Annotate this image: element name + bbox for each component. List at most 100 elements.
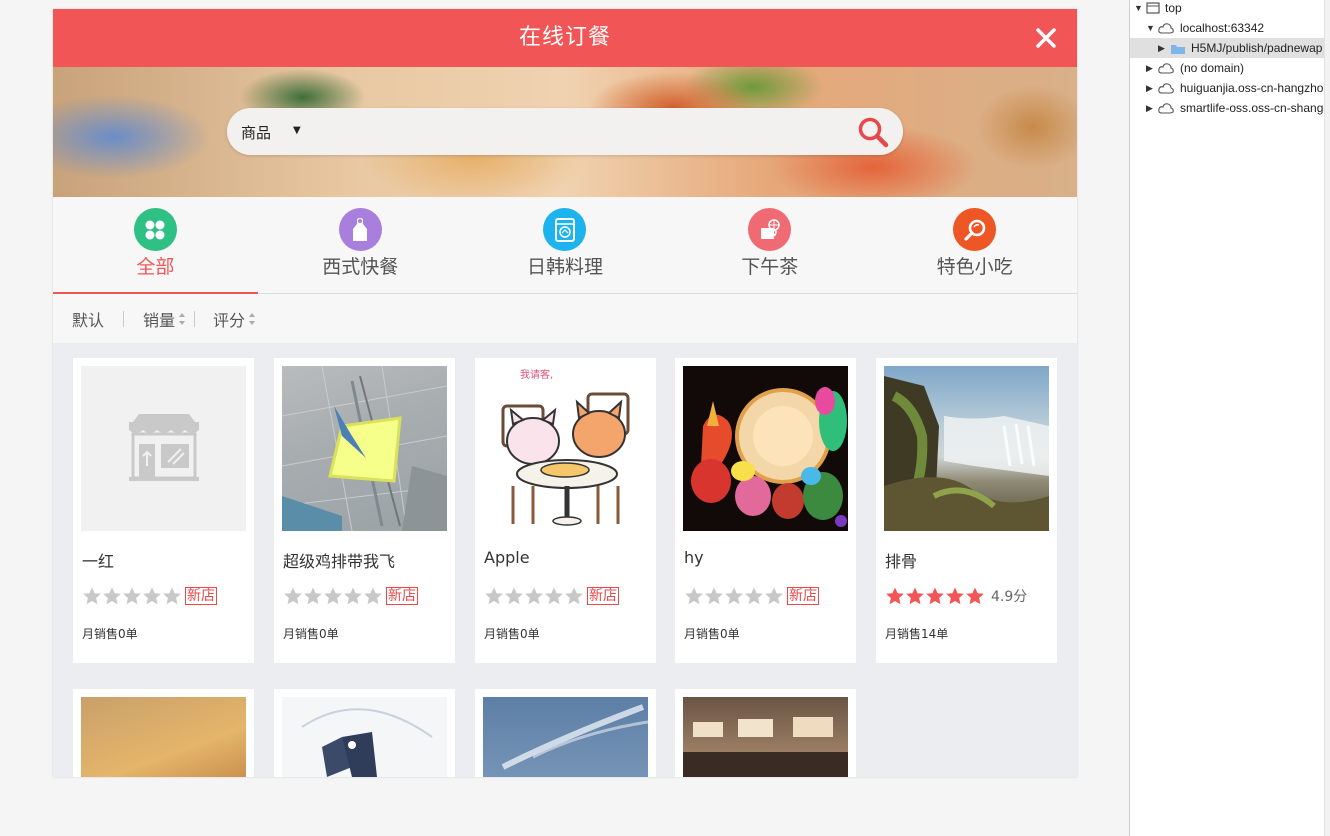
- shop-card[interactable]: hy 新店 月销售0单: [675, 358, 856, 663]
- star-icon: [525, 587, 543, 605]
- sort-bar: 默认 销量 评分: [53, 294, 1077, 343]
- star-icon: [485, 587, 503, 605]
- shop-image-ceiling: [282, 366, 447, 531]
- star-icon: [163, 587, 181, 605]
- store-icon: [129, 414, 199, 481]
- chef-apron-icon: [338, 208, 382, 251]
- cloud-icon: [1158, 63, 1174, 74]
- star-icon: [765, 587, 783, 605]
- sort-rating-button[interactable]: 评分: [213, 307, 256, 331]
- washer-icon: [543, 208, 587, 251]
- monthly-sales: 月销售0单: [684, 627, 740, 641]
- star-icon: [284, 587, 302, 605]
- tree-item-label: top: [1165, 1, 1182, 15]
- expand-right-icon[interactable]: ▶: [1158, 38, 1170, 58]
- tree-item-label: (no domain): [1180, 61, 1245, 75]
- new-shop-badge: 新店: [386, 587, 418, 605]
- tab-specialty-snacks[interactable]: 特色小吃: [872, 197, 1077, 293]
- devtools-frame-tree: ▼ top ▼ localhost:63342 ▶ H5MJ/publish/p…: [1129, 0, 1330, 836]
- window-icon: [1146, 2, 1160, 14]
- app-window: 在线订餐 商品 ▼ 全部 西式快餐 日韩料理 下午茶 特色小吃 默认 销量 评分…: [53, 9, 1077, 777]
- star-icon: [123, 587, 141, 605]
- star-icon: [725, 587, 743, 605]
- star-icon: [304, 587, 322, 605]
- monthly-sales: 月销售0单: [283, 627, 339, 641]
- star-icon: [966, 587, 984, 605]
- tree-item-label: localhost:63342: [1180, 21, 1265, 35]
- new-shop-badge: 新店: [185, 587, 217, 605]
- tree-item-label: H5MJ/publish/padnewap: [1191, 41, 1323, 55]
- tree-item-no-domain[interactable]: ▶ (no domain): [1146, 58, 1244, 78]
- tree-item-huiguanjia[interactable]: ▶ huiguanjia.oss-cn-hangzhou: [1146, 78, 1330, 98]
- cloud-icon: [1158, 23, 1174, 34]
- shop-card[interactable]: [274, 689, 455, 777]
- tree-item-top[interactable]: ▼ top: [1134, 0, 1182, 18]
- tab-western-fastfood[interactable]: 西式快餐: [258, 197, 463, 293]
- search-icon[interactable]: [857, 116, 891, 148]
- page-title: 在线订餐: [518, 25, 611, 50]
- shop-placeholder-image: [81, 366, 246, 531]
- star-icon: [324, 587, 342, 605]
- search-bar: 商品 ▼: [227, 108, 903, 155]
- star-icon: [906, 587, 924, 605]
- shop-card[interactable]: [73, 689, 254, 777]
- sort-sales-button[interactable]: 销量: [143, 307, 186, 331]
- tab-label: 全部: [136, 256, 175, 278]
- shop-card[interactable]: 一红 新店 月销售0单: [73, 358, 254, 663]
- close-icon[interactable]: [1031, 23, 1061, 53]
- expand-right-icon[interactable]: ▶: [1146, 98, 1158, 118]
- shop-image-bakery: [683, 697, 848, 777]
- shop-image-waterfall: [884, 366, 1049, 531]
- category-tabs: 全部 西式快餐 日韩料理 下午茶 特色小吃: [53, 197, 1077, 294]
- sort-default-button[interactable]: 默认: [72, 307, 104, 331]
- star-icon: [143, 587, 161, 605]
- monthly-sales: 月销售0单: [82, 627, 138, 641]
- tab-afternoon-tea[interactable]: 下午茶: [667, 197, 872, 293]
- shop-card[interactable]: 超级鸡排带我飞 新店 月销售0单: [274, 358, 455, 663]
- tree-item-smartlife[interactable]: ▶ smartlife-oss.oss-cn-shangh: [1146, 98, 1330, 118]
- chevron-down-icon[interactable]: ▼: [293, 125, 301, 136]
- shop-card[interactable]: [475, 689, 656, 777]
- expand-right-icon[interactable]: ▶: [1146, 78, 1158, 98]
- tree-item-label: smartlife-oss.oss-cn-shangh: [1180, 101, 1330, 115]
- sort-sales-label: 销量: [143, 310, 176, 330]
- shop-image-cats: 我请客,: [483, 366, 648, 531]
- tree-item-localhost[interactable]: ▼ localhost:63342: [1146, 18, 1264, 38]
- star-icon: [545, 587, 563, 605]
- shop-image-lanterns: [683, 366, 848, 531]
- expand-right-icon[interactable]: ▶: [1146, 58, 1158, 78]
- grid-icon: [133, 208, 177, 251]
- tab-japanese-korean[interactable]: 日韩料理: [463, 197, 668, 293]
- new-shop-badge: 新店: [587, 587, 619, 605]
- expand-down-icon[interactable]: ▼: [1134, 0, 1146, 18]
- star-icon: [103, 587, 121, 605]
- shop-card[interactable]: 排骨 4.9分 月销售14单: [876, 358, 1057, 663]
- rating-stars: 新店: [484, 586, 619, 606]
- shop-card[interactable]: 我请客, Apple 新店 月销售0单: [475, 358, 656, 663]
- tree-item-h5mj[interactable]: ▶ H5MJ/publish/padnewap: [1130, 38, 1330, 58]
- folder-icon: [1171, 44, 1185, 54]
- tab-all[interactable]: 全部: [53, 197, 258, 294]
- rating-score: 4.9分: [991, 589, 1028, 605]
- tab-label: 下午茶: [741, 256, 799, 278]
- rating-stars: 4.9分: [885, 586, 1027, 606]
- star-icon: [565, 587, 583, 605]
- magnifier-icon: [953, 208, 997, 251]
- expand-down-icon[interactable]: ▼: [1146, 18, 1158, 38]
- rating-stars: 新店: [283, 586, 418, 606]
- shop-card[interactable]: [675, 689, 856, 777]
- scrollbar[interactable]: [1324, 0, 1330, 836]
- search-input[interactable]: [317, 116, 847, 147]
- divider: [194, 310, 196, 327]
- star-icon: [83, 587, 101, 605]
- star-icon: [505, 587, 523, 605]
- coffee-globe-icon: [748, 208, 792, 251]
- monthly-sales: 月销售0单: [484, 627, 540, 641]
- search-category-select[interactable]: 商品: [241, 122, 271, 143]
- star-icon: [886, 587, 904, 605]
- sort-arrows-icon: [179, 312, 186, 325]
- cloud-icon: [1158, 83, 1174, 94]
- shop-name: hy: [684, 548, 704, 567]
- shop-name: 一红: [82, 552, 115, 571]
- star-icon: [946, 587, 964, 605]
